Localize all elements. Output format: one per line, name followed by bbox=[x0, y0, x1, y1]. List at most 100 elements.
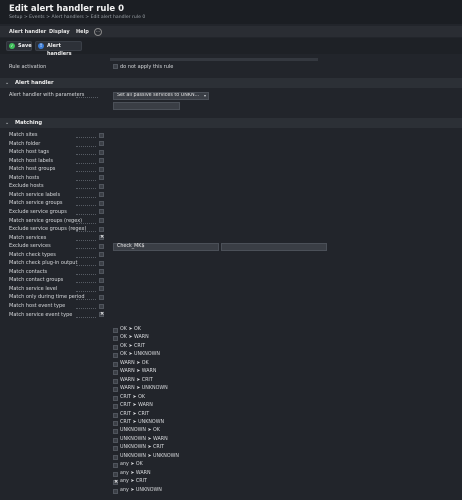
label-leader-dots bbox=[76, 256, 96, 258]
event-type-checkbox[interactable]: × bbox=[113, 480, 118, 486]
event-type-checkbox[interactable] bbox=[113, 463, 118, 469]
condition-checkbox[interactable] bbox=[99, 166, 104, 172]
condition-label: Match folder bbox=[9, 140, 41, 147]
event-type-option[interactable]: UNKNOWN ➤ WARN bbox=[113, 437, 233, 444]
condition-checkbox[interactable] bbox=[99, 226, 104, 232]
menu-help[interactable]: Help bbox=[76, 29, 89, 35]
condition-label: Match service level bbox=[9, 285, 58, 292]
alert-handlers-label: Alert handlers bbox=[47, 43, 72, 57]
event-type-option[interactable]: any ➤ UNKNOWN bbox=[113, 488, 233, 495]
alert-handler-select[interactable]: Set all passive services to UNKN... ▾ bbox=[113, 92, 209, 100]
event-type-option[interactable]: CRIT ➤ OK bbox=[113, 395, 233, 402]
breadcrumb[interactable]: Setup > Events > Alert handlers > Edit a… bbox=[9, 15, 145, 20]
event-type-option[interactable]: WARN ➤ UNKNOWN bbox=[113, 386, 233, 393]
check-icon: ✓ bbox=[9, 43, 15, 49]
condition-checkbox[interactable] bbox=[99, 141, 104, 147]
event-type-option[interactable]: OK ➤ UNKNOWN bbox=[113, 352, 233, 359]
event-type-option[interactable]: OK ➤ WARN bbox=[113, 335, 233, 342]
condition-checkbox[interactable] bbox=[99, 218, 104, 223]
condition-label: Match host groups bbox=[9, 166, 56, 173]
condition-checkbox[interactable] bbox=[99, 286, 104, 292]
disable-rule-checkbox-label[interactable]: do not apply this rule bbox=[120, 64, 173, 70]
event-type-option[interactable]: CRIT ➤ WARN bbox=[113, 403, 233, 410]
alert-handler-section-header[interactable]: ⌄ Alert handler bbox=[0, 78, 462, 88]
condition-checkbox[interactable] bbox=[99, 200, 104, 206]
event-type-checkbox[interactable] bbox=[113, 404, 118, 410]
event-type-label: WARN ➤ WARN bbox=[120, 369, 157, 375]
event-type-option[interactable]: OK ➤ OK bbox=[113, 327, 233, 334]
label-leader-dots bbox=[76, 179, 96, 181]
event-type-option[interactable]: any ➤ OK bbox=[113, 462, 233, 469]
condition-checkbox[interactable] bbox=[99, 252, 104, 258]
condition-checkbox[interactable]: × bbox=[99, 235, 104, 241]
event-type-checkbox[interactable] bbox=[113, 370, 118, 376]
event-type-checkbox[interactable] bbox=[113, 395, 118, 401]
condition-checkbox[interactable] bbox=[99, 192, 104, 198]
event-type-checkbox[interactable] bbox=[113, 344, 118, 350]
event-type-label: UNKNOWN ➤ UNKNOWN bbox=[120, 453, 179, 459]
event-type-checkbox[interactable] bbox=[113, 437, 118, 443]
more-options-icon[interactable]: ··· bbox=[94, 27, 102, 36]
event-type-label: CRIT ➤ OK bbox=[120, 394, 146, 400]
event-type-option[interactable]: any ➤ WARN bbox=[113, 471, 233, 478]
event-type-option[interactable]: OK ➤ CRIT bbox=[113, 344, 233, 351]
condition-checkbox[interactable] bbox=[99, 183, 104, 189]
event-type-checkbox[interactable] bbox=[113, 454, 118, 460]
condition-checkbox[interactable] bbox=[99, 132, 104, 138]
condition-label: Match hosts bbox=[9, 174, 40, 181]
event-type-checkbox[interactable] bbox=[113, 446, 118, 452]
condition-checkbox[interactable] bbox=[99, 209, 104, 215]
event-type-option[interactable]: WARN ➤ WARN bbox=[113, 369, 233, 376]
condition-checkbox[interactable] bbox=[99, 294, 104, 300]
condition-checkbox[interactable] bbox=[99, 277, 104, 283]
condition-checkbox[interactable]: × bbox=[99, 312, 104, 318]
condition-checkbox[interactable] bbox=[99, 149, 104, 155]
event-type-checkbox[interactable] bbox=[113, 429, 118, 435]
alert-handler-parameter-input[interactable] bbox=[113, 102, 180, 110]
event-type-checkbox[interactable] bbox=[113, 361, 118, 367]
label-leader-dots bbox=[76, 265, 96, 267]
event-type-label: WARN ➤ CRIT bbox=[120, 377, 153, 383]
event-type-option[interactable]: CRIT ➤ CRIT bbox=[113, 412, 233, 419]
matching-section-header[interactable]: ⌄ Matching bbox=[0, 118, 462, 128]
alert-handlers-button[interactable]: ! Alert handlers bbox=[35, 41, 82, 57]
event-type-label: OK ➤ CRIT bbox=[120, 343, 146, 349]
event-type-label: UNKNOWN ➤ OK bbox=[120, 428, 160, 434]
event-type-checkbox[interactable] bbox=[113, 387, 118, 393]
event-type-checkbox[interactable] bbox=[113, 328, 118, 333]
event-type-checkbox[interactable] bbox=[113, 412, 118, 418]
condition-checkbox[interactable] bbox=[99, 260, 104, 266]
save-button[interactable]: ✓ Save bbox=[6, 41, 32, 51]
match-services-input-empty[interactable] bbox=[221, 243, 327, 251]
condition-checkbox[interactable] bbox=[99, 158, 104, 164]
label-leader-dots bbox=[76, 248, 96, 250]
condition-checkbox[interactable] bbox=[99, 243, 104, 249]
event-type-checkbox[interactable] bbox=[113, 488, 118, 494]
disable-rule-checkbox[interactable] bbox=[113, 64, 118, 69]
event-type-label: any ➤ WARN bbox=[120, 470, 151, 476]
condition-checkbox[interactable] bbox=[99, 269, 104, 275]
event-type-option[interactable]: UNKNOWN ➤ UNKNOWN bbox=[113, 454, 233, 461]
event-type-option[interactable]: UNKNOWN ➤ CRIT bbox=[113, 445, 233, 452]
event-type-checkbox[interactable] bbox=[113, 353, 118, 359]
event-type-option[interactable]: UNKNOWN ➤ OK bbox=[113, 428, 233, 435]
event-type-option[interactable]: WARN ➤ OK bbox=[113, 361, 233, 368]
event-type-option[interactable]: CRIT ➤ UNKNOWN bbox=[113, 420, 233, 427]
event-type-label: any ➤ UNKNOWN bbox=[120, 487, 162, 493]
condition-checkbox[interactable] bbox=[99, 303, 104, 309]
event-type-option[interactable]: × any ➤ CRIT bbox=[113, 479, 233, 486]
matching-section-title: Matching bbox=[15, 120, 43, 126]
event-type-checkbox[interactable] bbox=[113, 420, 118, 426]
condition-label: Exclude service groups bbox=[9, 208, 67, 215]
label-leader-dots bbox=[76, 171, 96, 173]
condition-label: Exclude services bbox=[9, 243, 51, 250]
menu-alert-handler[interactable]: Alert handler bbox=[9, 29, 46, 35]
menu-display[interactable]: Display bbox=[49, 29, 70, 35]
event-type-option[interactable]: WARN ➤ CRIT bbox=[113, 378, 233, 385]
condition-checkbox[interactable] bbox=[99, 175, 104, 181]
event-type-checkbox[interactable] bbox=[113, 336, 118, 342]
event-type-label: UNKNOWN ➤ CRIT bbox=[120, 445, 165, 451]
match-services-input[interactable]: Check_MK$ bbox=[113, 243, 219, 251]
event-type-checkbox[interactable] bbox=[113, 378, 118, 384]
event-type-checkbox[interactable] bbox=[113, 471, 118, 477]
